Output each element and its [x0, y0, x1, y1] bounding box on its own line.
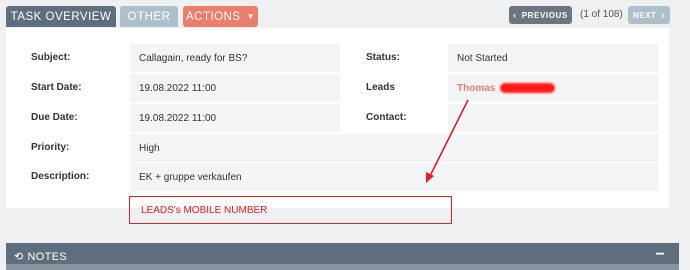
subject-label: Subject: [31, 52, 71, 63]
status-value: Not Started [448, 44, 658, 72]
priority-label: Priority: [31, 142, 70, 153]
chevron-left-icon: ‹ [513, 10, 517, 20]
actions-dropdown[interactable]: ACTIONS ▼ [183, 6, 258, 27]
notes-subheader [6, 264, 679, 270]
tab-task-overview[interactable]: TASK OVERVIEW [6, 6, 116, 27]
due-date-label: Due Date: [31, 112, 78, 123]
annotation-box: LEADS's MOBILE NUMBER [129, 196, 452, 224]
actions-label: ACTIONS [185, 10, 241, 23]
tab-other-label: OTHER [127, 10, 171, 23]
redaction-mark [500, 83, 556, 93]
task-detail-panel: Subject: Callagain, ready for BS? Status… [6, 28, 669, 208]
due-date-value: 19.08.2022 11:00 [130, 104, 340, 132]
collapse-icon[interactable]: − [655, 246, 665, 264]
record-count: (1 of 108) [580, 9, 623, 20]
history-icon: ⟲ [14, 251, 24, 263]
contact-label: Contact: [366, 112, 407, 123]
status-label: Status: [366, 52, 400, 63]
previous-button[interactable]: ‹ PREVIOUS [509, 6, 572, 24]
next-label: NEXT [632, 10, 657, 20]
previous-label: PREVIOUS [521, 10, 568, 20]
tab-other[interactable]: OTHER [120, 6, 178, 27]
subject-value: Callagain, ready for BS? [130, 44, 340, 72]
chevron-right-icon: › [661, 10, 666, 20]
start-date-label: Start Date: [31, 82, 82, 93]
lead-link[interactable]: Thomas [457, 83, 495, 94]
next-button[interactable]: NEXT › [628, 6, 670, 24]
leads-label: Leads [366, 82, 395, 93]
description-label: Description: [31, 171, 90, 182]
caret-down-icon: ▼ [246, 12, 256, 21]
start-date-value: 19.08.2022 11:00 [130, 74, 340, 102]
tab-task-overview-label: TASK OVERVIEW [10, 10, 112, 23]
priority-value: High [130, 134, 658, 162]
description-value: EK + gruppe verkaufen [130, 163, 658, 191]
leads-value: Thomas [448, 74, 658, 102]
annotation-text: LEADS's MOBILE NUMBER [141, 204, 268, 216]
notes-title: NOTES [27, 250, 67, 263]
contact-value [448, 104, 658, 132]
